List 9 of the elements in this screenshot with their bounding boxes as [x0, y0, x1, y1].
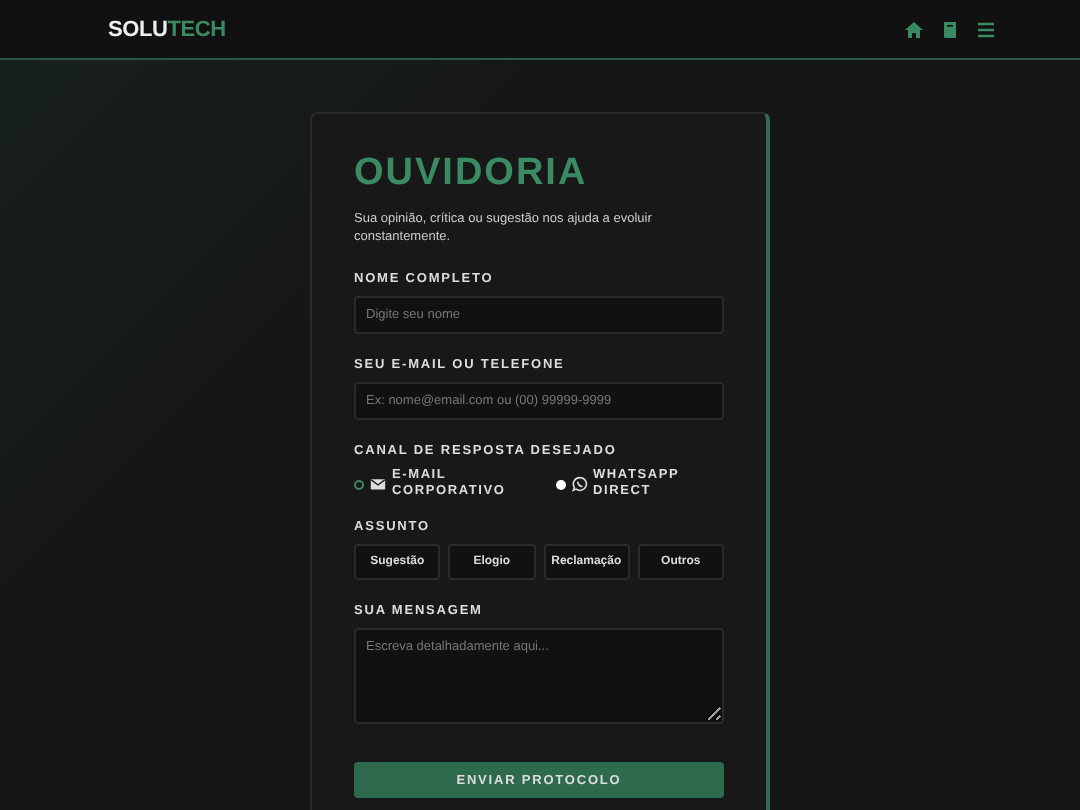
envelope-icon: [370, 476, 386, 492]
book-icon[interactable]: [940, 19, 960, 39]
form-title: OUVIDORIA: [354, 154, 590, 194]
radio-button[interactable]: [354, 479, 364, 489]
home-icon[interactable]: [904, 19, 924, 39]
menu-icon[interactable]: [976, 19, 996, 39]
logo[interactable]: SOLUTECH: [108, 17, 226, 41]
radio-button[interactable]: [555, 479, 565, 489]
chat-bubble-icon: [571, 476, 587, 492]
